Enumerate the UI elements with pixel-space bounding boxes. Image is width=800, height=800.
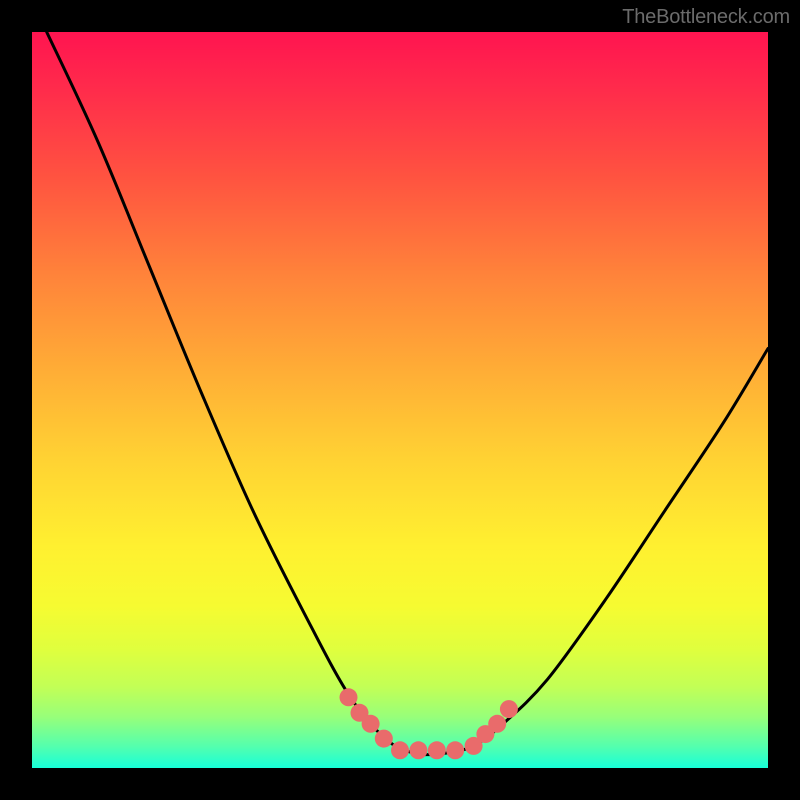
attribution-label: TheBottleneck.com bbox=[622, 6, 790, 29]
curve-marker bbox=[500, 700, 518, 718]
curve-marker bbox=[375, 730, 393, 748]
curve-marker bbox=[446, 741, 464, 759]
chart-plot-area bbox=[32, 32, 768, 768]
curve-marker bbox=[391, 741, 409, 759]
curve-marker bbox=[428, 741, 446, 759]
curve-marker bbox=[362, 715, 380, 733]
chart-svg bbox=[32, 32, 768, 768]
curve-line bbox=[47, 32, 768, 755]
curve-marker bbox=[340, 688, 358, 706]
curve-marker bbox=[488, 715, 506, 733]
curve-marker bbox=[409, 741, 427, 759]
chart-frame: TheBottleneck.com bbox=[0, 0, 800, 800]
marker-group bbox=[340, 688, 518, 759]
